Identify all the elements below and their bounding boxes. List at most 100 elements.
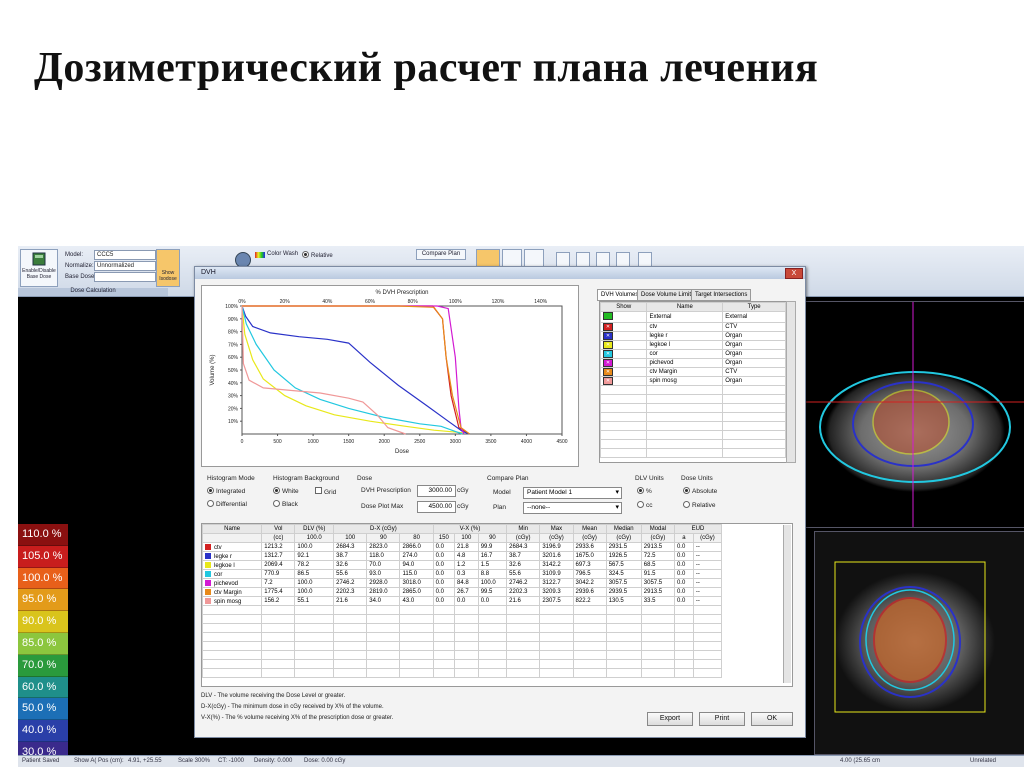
axial-ct-view[interactable] [804,301,1024,528]
tab-target-intersections[interactable]: Target Intersections [691,289,752,301]
dose-units-absolute[interactable]: Absolute [683,487,717,495]
stats-table-panel: Name Vol DLV (%) D-X (cGy) V-X (%) Min Max Mean… [201,523,793,687]
show-checkbox[interactable]: ✕ [600,340,648,350]
stats-row[interactable]: legkoe l 2069.4 78.2 32.6 70.0 94.0 0.0 1.2 1.5 3… [202,560,723,570]
empty-row [600,403,786,413]
stats-value-cell: 4.8 [454,551,479,561]
stats-row[interactable]: pichevod 7.2 100.0 2746.2 2928.0 3018.0 0.0 84.… [202,578,723,588]
stats-column-header[interactable]: DLV (%) [294,524,335,534]
close-button[interactable]: X [785,268,803,279]
stats-table-scrollbar[interactable] [783,525,791,683]
stats-column-header[interactable]: D-X (cGy) [333,524,434,534]
stats-value-cell: 0.0 [673,587,694,597]
enable-base-dose-button[interactable]: Enable/Disable Base Dose [20,249,58,287]
stats-column-header[interactable]: Max [539,524,574,534]
stats-row[interactable]: ctv Margin 1775.4 100.0 2202.3 2819.0 2865.0 0… [202,587,723,597]
show-checkbox[interactable]: ✕ [600,322,648,332]
ok-button[interactable]: OK [751,712,793,726]
compare-plan-button[interactable]: Compare Plan [416,249,466,260]
stats-value-cell: 100.0 [294,587,335,597]
model-select[interactable]: CCC5 [94,250,156,260]
stats-name-cell: ctv Margin [202,587,263,597]
grid-checkbox[interactable]: Grid [315,487,336,496]
histogram-mode-differential[interactable]: Differential [207,500,247,508]
dose-units-relative[interactable]: Relative [683,501,715,509]
relative-radio[interactable]: Relative [302,251,333,259]
volume-name: External [646,311,724,323]
volume-row[interactable]: ✕ pichevod Organ [600,358,786,368]
dlv-units-cc[interactable]: cc [637,501,653,509]
volume-row[interactable]: ✕ cor Organ [600,349,786,359]
tab-dose-volume-limits[interactable]: Dose Volume Limits [637,289,699,301]
stats-row[interactable]: cor 770.9 86.5 55.6 93.0 115.0 0.0 0.3 8.8 55.6 31… [202,569,723,579]
volume-row[interactable]: ✕ ctv Margin CTV [600,367,786,377]
volume-type: CTV [722,322,786,332]
color-wash-label[interactable]: Color Wash [267,251,298,257]
stats-column-header[interactable]: Modal [640,524,675,534]
stats-column-header[interactable]: Median [605,524,642,534]
dvh-prescription-input[interactable]: 3000.00 [417,485,456,497]
volume-column-header[interactable]: Name [646,302,724,312]
volume-color-swatch: ✕ [603,350,613,358]
volume-column-header[interactable]: Show [600,302,648,312]
export-button[interactable]: Export [647,712,693,726]
volume-row[interactable]: External External [600,311,786,323]
show-checkbox[interactable]: ✕ [600,376,648,386]
volume-row[interactable]: ✕ spin mosg Organ [600,376,786,386]
volume-row[interactable]: ✕ legke r Organ [600,331,786,341]
status-bar: Patient Saved Show A( Pos (cm): 4.91, +2… [18,755,1024,767]
volume-column-header[interactable]: Type [722,302,786,312]
stats-value-cell: 0.0 [432,587,456,597]
dlv-units-percent[interactable]: % [637,487,652,495]
stats-column-header[interactable]: Vol [261,524,296,534]
show-isodose-button[interactable]: Show Isodose [156,249,180,287]
structure-color-swatch [205,552,211,559]
stats-value-cell: 43.0 [399,596,434,606]
compare-model-select[interactable]: Patient Model 1 [523,487,622,499]
stats-column-header[interactable]: Min [506,524,541,534]
status-dose: Dose: 0.00 cGy [304,758,346,764]
tab-dvh-volumes[interactable]: DVH Volumes [597,289,643,301]
show-checkbox[interactable]: ✕ [600,367,648,377]
stats-value-cell: 21.8 [454,542,479,552]
stats-column-header[interactable]: Mean [572,524,607,534]
stats-row[interactable]: ctv 1213.2 100.0 2684.3 2823.0 2866.0 0.0 21.8 9… [202,542,723,552]
volume-list-scrollbar[interactable] [786,301,796,463]
isodose-legend-item: 100.0 % [18,567,68,590]
stats-column-header[interactable]: EUD [673,524,723,534]
stats-value-cell: 2933.6 [572,542,607,552]
stats-column-header[interactable]: Name [202,524,263,534]
x-tick-label: 4500 [556,439,567,445]
print-button[interactable]: Print [699,712,745,726]
show-checkbox[interactable]: ✕ [600,358,648,368]
stats-row[interactable]: legke r 1312.7 92.1 38.7 118.0 274.0 0.0 4.8 16.… [202,551,723,561]
stats-value-cell: 3196.9 [539,542,574,552]
histogram-mode-integrated[interactable]: Integrated [207,487,245,495]
stats-value-cell: 324.5 [605,569,642,579]
stats-subheader: a [673,533,694,543]
coronal-ct-view[interactable] [814,531,1024,755]
normalize-select[interactable]: Unnormalized [94,261,156,271]
volume-name: ctv [646,322,724,332]
y-tick-label: 90% [228,317,239,323]
isodose-legend-item: 40.0 % [18,720,68,742]
base-dose-select[interactable] [94,272,156,282]
status-ct: CT: -1000 [218,758,245,764]
show-checkbox[interactable]: ✕ [600,349,648,359]
stats-column-header[interactable]: V-X (%) [432,524,508,534]
background-white-radio[interactable]: White [273,487,299,495]
volume-name: spin mosg [646,376,724,386]
stats-row[interactable]: spin mosg 156.2 55.1 21.6 34.0 43.0 0.0 0.0 0.0 2… [202,596,723,606]
volume-row[interactable]: ✕ legkoe l Organ [600,340,786,350]
show-checkbox[interactable]: ✕ [600,331,648,341]
background-black-radio[interactable]: Black [273,500,298,508]
show-checkbox[interactable] [600,311,648,323]
stats-value-cell: 567.5 [605,560,642,570]
volume-row[interactable]: ✕ ctv CTV [600,322,786,332]
stats-value-cell: 100.0 [477,578,508,588]
stats-value-cell: 3122.7 [539,578,574,588]
volume-type: Organ [722,349,786,359]
dose-plot-max-input[interactable]: 4500.00 [417,501,456,513]
dose-label: Dose [357,475,373,482]
compare-plan-select[interactable]: --none-- [523,502,622,514]
